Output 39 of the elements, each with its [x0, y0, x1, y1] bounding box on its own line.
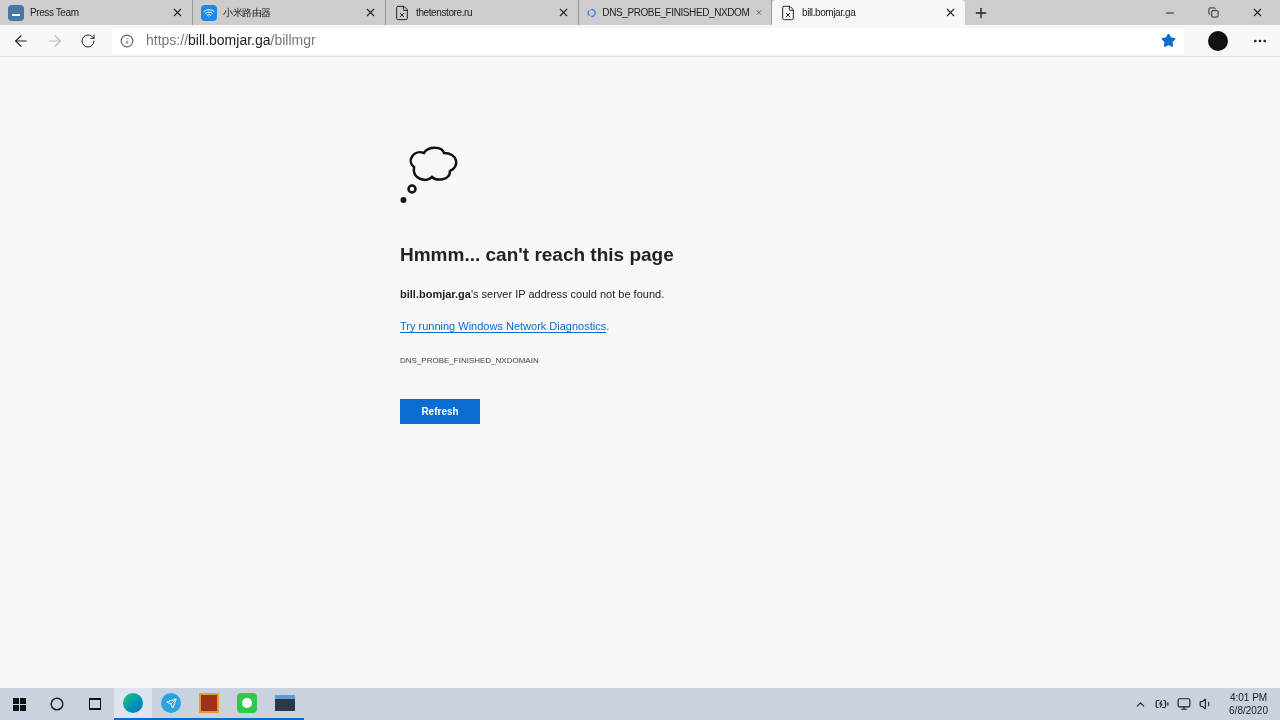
- tab-title: 小米路由器: [223, 6, 272, 20]
- network-icon[interactable]: [1177, 697, 1192, 711]
- close-icon[interactable]: [1251, 6, 1264, 19]
- close-icon[interactable]: [171, 6, 184, 19]
- star-icon[interactable]: [1161, 33, 1176, 48]
- browser-tab[interactable]: bill.bomjar.ga: [772, 0, 965, 25]
- close-icon[interactable]: [557, 6, 570, 19]
- browser-logo-icon: [123, 693, 143, 713]
- clock[interactable]: 4:01 PM 6/8/2020: [1229, 691, 1268, 717]
- tab-title: Press Team: [30, 6, 80, 20]
- windows-start-icon[interactable]: [12, 697, 26, 711]
- refresh-icon[interactable]: [80, 32, 96, 49]
- terminal-icon: [275, 695, 295, 711]
- error-code: DNS_PROBE_FINISHED_NXDOMAIN: [400, 354, 540, 367]
- broken-page-icon: [780, 4, 796, 21]
- address-bar[interactable]: https://bill.bomjar.ga/billmgr: [112, 27, 1184, 54]
- thought-bubble-icon: [400, 145, 460, 205]
- error-message: bill.bomjar.ga's server IP address could not be found.: [400, 286, 666, 302]
- refresh-button[interactable]: Refresh: [400, 398, 480, 424]
- task-view-icon[interactable]: [89, 698, 101, 710]
- close-icon[interactable]: [944, 6, 957, 19]
- tab-title: thetenstore.ru: [416, 6, 474, 20]
- tab-title: DNS_PROBE_FINISHED_NXDOM: [602, 6, 750, 20]
- restore-icon[interactable]: [1208, 7, 1219, 18]
- paper-plane-icon: [161, 693, 181, 713]
- broken-page-icon: [394, 4, 410, 21]
- taskbar-app[interactable]: [114, 688, 152, 720]
- wifi-icon: [201, 4, 217, 21]
- search-icon[interactable]: [50, 697, 64, 711]
- close-icon[interactable]: [364, 6, 377, 19]
- chat-logo-icon: [237, 693, 257, 713]
- error-heading: Hmmm... can't reach this page: [400, 243, 675, 267]
- diagnostics-sentence: Try running Windows Network Diagnostics.: [400, 319, 611, 335]
- info-icon[interactable]: [120, 33, 134, 48]
- tab-title: bill.bomjar.ga: [802, 6, 857, 20]
- battery-icon[interactable]: [1155, 697, 1170, 711]
- profile-avatar[interactable]: [1208, 30, 1228, 51]
- url-text: https://bill.bomjar.ga/billmgr: [146, 31, 316, 50]
- new-tab-icon[interactable]: [973, 5, 989, 21]
